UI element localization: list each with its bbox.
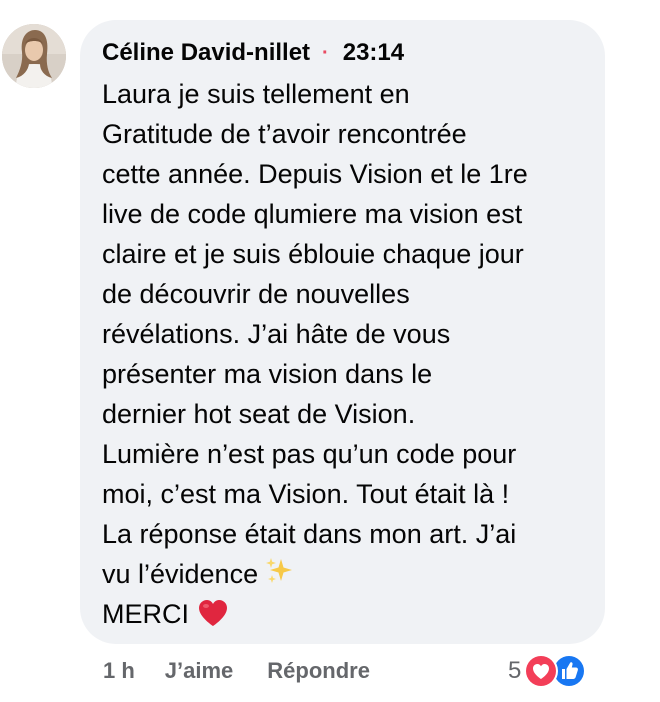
comment-thread: Céline David-nillet · 23:14 Laura je sui… [0, 0, 660, 702]
comment-line: dernier hot seat de Vision. [102, 399, 416, 429]
comment-line-with-emoji: vu l’évidence [102, 554, 605, 594]
reply-button[interactable]: Répondre [267, 658, 370, 684]
author-name[interactable]: Céline David-nillet [102, 39, 310, 67]
red-heart-icon [197, 598, 229, 639]
comment-age[interactable]: 1 h [103, 658, 135, 684]
comment-line-text: MERCI [102, 599, 189, 629]
comment-line: live de code qlumiere ma vision est [102, 199, 523, 229]
sparkles-icon [264, 556, 294, 597]
avatar-photo [2, 24, 66, 88]
reaction-count: 5 [508, 657, 522, 684]
reaction-icons [523, 651, 589, 691]
comment-line: La réponse était dans mon art. J’ai [102, 519, 517, 549]
comment-header: Céline David-nillet · 23:14 [102, 38, 605, 68]
comment-line: présenter ma vision dans le [102, 359, 433, 389]
comment-line-text: vu l’évidence [102, 559, 259, 589]
comment-text: Laura je suis tellement en Gratitude de … [102, 74, 605, 634]
comment-line: Lumière n’est pas qu’un code pour [102, 439, 517, 469]
comment-line: révélations. J’ai hâte de vous [102, 319, 451, 349]
comment-bubble: Céline David-nillet · 23:14 Laura je sui… [80, 20, 605, 644]
comment-line: claire et je suis éblouie chaque jour [102, 239, 524, 269]
avatar[interactable] [2, 24, 66, 88]
separator-dot: · [322, 41, 329, 64]
comment-line: cette année. Depuis Vision et le 1re [102, 159, 528, 189]
comment-line: Laura je suis tellement en [102, 79, 410, 109]
comment-timestamp[interactable]: 23:14 [343, 39, 404, 67]
comment-line-with-emoji: MERCI [102, 594, 605, 634]
comment-actions: 1 h J’aime Répondre [103, 654, 370, 688]
love-reaction-icon [523, 653, 559, 694]
like-button[interactable]: J’aime [165, 658, 234, 684]
comment-line: moi, c’est ma Vision. Tout était là ! [102, 479, 510, 509]
comment-line: de découvrir de nouvelles [102, 279, 410, 309]
reaction-summary[interactable]: 5 [508, 651, 589, 691]
comment-line: Gratitude de t’avoir rencontrée [102, 119, 467, 149]
